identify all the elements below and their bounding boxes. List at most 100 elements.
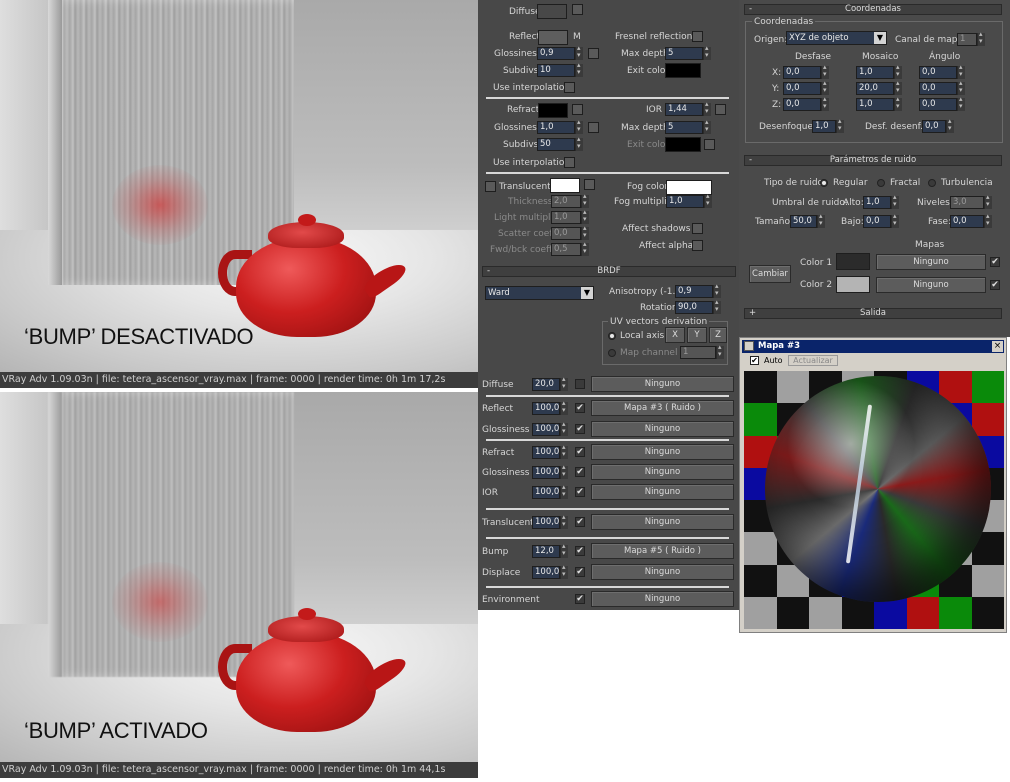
desfase-input[interactable]: 0,0 bbox=[783, 82, 821, 95]
close-icon[interactable]: × bbox=[992, 341, 1003, 352]
map-amount-spinner[interactable] bbox=[560, 463, 568, 479]
angulo-input[interactable]: 0,0 bbox=[919, 98, 957, 111]
refract-exit-color-swatch[interactable] bbox=[665, 137, 701, 152]
reflect-use-interpolation-checkbox[interactable] bbox=[564, 82, 575, 93]
desenfoque-input[interactable]: 1,0 bbox=[812, 120, 836, 133]
anisotropy-input[interactable]: 0,9 bbox=[675, 285, 713, 298]
reflect-map-button[interactable]: M bbox=[573, 32, 581, 42]
fog-multiplier-spinner[interactable] bbox=[704, 192, 712, 208]
mosaico-spinner[interactable] bbox=[894, 79, 902, 95]
tamano-input[interactable]: 50,0 bbox=[790, 215, 817, 228]
desf-desenf-input[interactable]: 0,0 bbox=[922, 120, 946, 133]
map-amount-input[interactable]: 100,0 bbox=[532, 402, 560, 415]
map-window-titlebar[interactable]: Mapa #3 × bbox=[742, 340, 1004, 353]
desf-desenf-spinner[interactable] bbox=[946, 117, 954, 133]
tamano-spinner[interactable] bbox=[817, 212, 825, 228]
map-amount-input[interactable]: 100,0 bbox=[532, 446, 560, 459]
angulo-spinner[interactable] bbox=[957, 79, 965, 95]
color2-map-button[interactable]: Ninguno bbox=[876, 277, 986, 293]
map-enable-checkbox[interactable] bbox=[575, 379, 585, 389]
bajo-spinner[interactable] bbox=[891, 212, 899, 228]
refract-color-swatch[interactable] bbox=[538, 103, 568, 118]
refract-subdivs-spinner[interactable] bbox=[575, 135, 583, 151]
translucent-map-button[interactable] bbox=[584, 179, 595, 190]
map-slot-button[interactable]: Ninguno bbox=[591, 464, 734, 480]
map-amount-spinner[interactable] bbox=[560, 443, 568, 459]
ior-map-button[interactable] bbox=[715, 104, 726, 115]
map-amount-spinner[interactable] bbox=[560, 563, 568, 579]
ior-input[interactable]: 1,44 bbox=[665, 103, 703, 116]
map-slot-button[interactable]: Ninguno bbox=[591, 421, 734, 437]
affect-shadows-checkbox[interactable] bbox=[692, 223, 703, 234]
axis-y-button[interactable]: Y bbox=[687, 327, 707, 343]
cambiar-button[interactable]: Cambiar bbox=[749, 265, 791, 283]
refract-use-interpolation-checkbox[interactable] bbox=[564, 157, 575, 168]
angulo-spinner[interactable] bbox=[957, 63, 965, 79]
translucent-color-swatch[interactable] bbox=[550, 178, 580, 193]
map-slot-button[interactable]: Ninguno bbox=[591, 564, 734, 580]
map-enable-checkbox[interactable]: ✔ bbox=[575, 487, 585, 497]
niveles-spinner[interactable] bbox=[984, 193, 992, 209]
fog-multiplier-input[interactable]: 1,0 bbox=[666, 195, 704, 208]
translucent-checkbox[interactable] bbox=[485, 181, 496, 192]
map-slot-button[interactable]: Ninguno bbox=[591, 514, 734, 530]
axis-z-button[interactable]: Z bbox=[709, 327, 727, 343]
map-amount-spinner[interactable] bbox=[560, 513, 568, 529]
mosaico-spinner[interactable] bbox=[894, 95, 902, 111]
diffuse-color-swatch[interactable] bbox=[537, 4, 567, 19]
reflect-glossiness-input[interactable]: 0,9 bbox=[537, 47, 575, 60]
local-axis-radio[interactable] bbox=[608, 332, 616, 340]
map-enable-checkbox[interactable]: ✔ bbox=[575, 517, 585, 527]
diffuse-map-button[interactable] bbox=[572, 4, 583, 15]
mosaico-input[interactable]: 1,0 bbox=[856, 66, 894, 79]
map-enable-checkbox[interactable]: ✔ bbox=[575, 467, 585, 477]
reflect-color-swatch[interactable] bbox=[538, 30, 568, 45]
fwd-bck-coeff-input[interactable]: 0,5 bbox=[551, 243, 581, 256]
map-amount-input[interactable]: 100,0 bbox=[532, 423, 560, 436]
fwd-bck-coeff-spinner[interactable] bbox=[581, 240, 589, 256]
map-amount-spinner[interactable] bbox=[560, 542, 568, 558]
refract-maxdepth-spinner[interactable] bbox=[703, 118, 711, 134]
map-enable-checkbox[interactable]: ✔ bbox=[575, 546, 585, 556]
mosaico-input[interactable]: 20,0 bbox=[856, 82, 894, 95]
map-amount-spinner[interactable] bbox=[560, 399, 568, 415]
map-amount-input[interactable]: 100,0 bbox=[532, 516, 560, 529]
reflect-maxdepth-input[interactable]: 5 bbox=[665, 47, 703, 60]
desfase-input[interactable]: 0,0 bbox=[783, 98, 821, 111]
anisotropy-spinner[interactable] bbox=[713, 282, 721, 298]
desfase-input[interactable]: 0,0 bbox=[783, 66, 821, 79]
mosaico-input[interactable]: 1,0 bbox=[856, 98, 894, 111]
map-amount-input[interactable]: 100,0 bbox=[532, 486, 560, 499]
map-enable-checkbox[interactable]: ✔ bbox=[575, 424, 585, 434]
brdf-rollout-header[interactable]: - BRDF bbox=[482, 266, 736, 277]
color1-map-checkbox[interactable]: ✔ bbox=[990, 257, 1000, 267]
thickness-spinner[interactable] bbox=[581, 192, 589, 208]
thickness-input[interactable]: 2,0 bbox=[551, 195, 581, 208]
canal-de-mapa-spinner[interactable] bbox=[977, 30, 985, 46]
refract-subdivs-input[interactable]: 50 bbox=[537, 138, 575, 151]
rotation-spinner[interactable] bbox=[713, 298, 721, 314]
desfase-spinner[interactable] bbox=[821, 95, 829, 111]
light-multiplier-spinner[interactable] bbox=[581, 208, 589, 224]
alto-input[interactable]: 1,0 bbox=[863, 196, 891, 209]
auto-checkbox[interactable]: ✔ bbox=[750, 356, 759, 365]
map-amount-input[interactable]: 100,0 bbox=[532, 466, 560, 479]
map-amount-spinner[interactable] bbox=[560, 483, 568, 499]
niveles-input[interactable]: 3,0 bbox=[950, 196, 984, 209]
reflect-maxdepth-spinner[interactable] bbox=[703, 44, 711, 60]
refract-glossiness-map-button[interactable] bbox=[588, 122, 599, 133]
map-slot-button[interactable]: Ninguno bbox=[591, 591, 734, 607]
color2-map-checkbox[interactable]: ✔ bbox=[990, 280, 1000, 290]
bajo-input[interactable]: 0,0 bbox=[863, 215, 891, 228]
canal-de-mapa-input[interactable]: 1 bbox=[957, 33, 977, 46]
refract-maxdepth-input[interactable]: 5 bbox=[665, 121, 703, 134]
map-enable-checkbox[interactable]: ✔ bbox=[575, 403, 585, 413]
fase-input[interactable]: 0,0 bbox=[950, 215, 984, 228]
scatter-coeff-spinner[interactable] bbox=[581, 224, 589, 240]
map-slot-button[interactable]: Mapa #3 ( Ruido ) bbox=[591, 400, 734, 416]
desfase-spinner[interactable] bbox=[821, 79, 829, 95]
map-channel-input[interactable]: 1 bbox=[680, 346, 716, 359]
coordinates-rollout-header[interactable]: - Coordenadas bbox=[744, 4, 1002, 15]
map-amount-spinner[interactable] bbox=[560, 420, 568, 436]
map-amount-input[interactable]: 100,0 bbox=[532, 566, 560, 579]
